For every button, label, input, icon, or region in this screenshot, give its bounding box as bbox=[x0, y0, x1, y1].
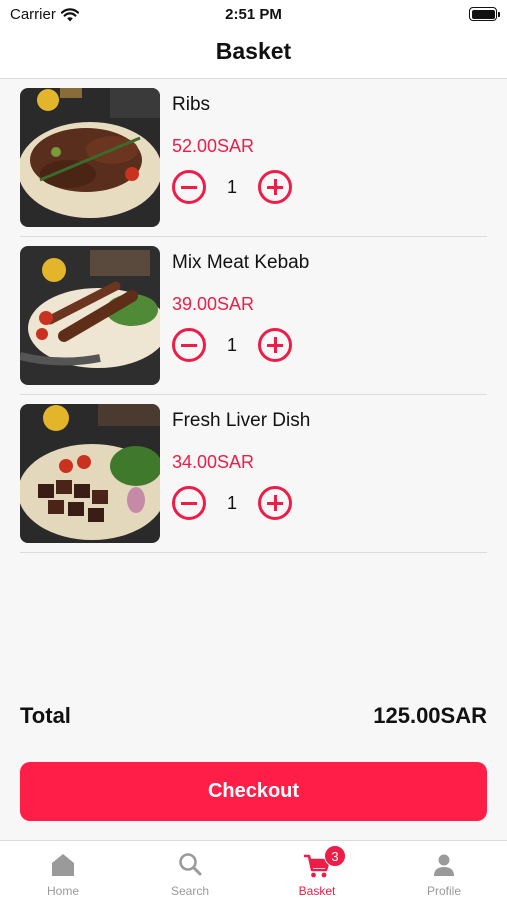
tab-basket[interactable]: 3 Basket bbox=[254, 841, 380, 900]
liver-photo bbox=[20, 404, 160, 543]
item-price: 34.00SAR bbox=[172, 452, 255, 472]
tab-label: Home bbox=[46, 884, 79, 898]
quantity-value: 1 bbox=[226, 335, 237, 355]
tab-label: Search bbox=[170, 884, 210, 898]
total-row: Total 125.00SAR bbox=[20, 703, 487, 735]
total-label: Total bbox=[20, 703, 71, 728]
decrease-quantity-button[interactable] bbox=[172, 170, 206, 204]
item-name: Mix Meat Kebab bbox=[172, 252, 310, 273]
tab-search[interactable]: Search bbox=[127, 841, 253, 900]
increase-quantity-button[interactable] bbox=[258, 328, 292, 362]
basket-item-ribs: Ribs 52.00SAR 1 bbox=[20, 79, 487, 237]
tab-label: Basket bbox=[298, 884, 336, 898]
ribs-photo bbox=[20, 88, 160, 227]
basket-item-liver: Fresh Liver Dish 34.00SAR 1 bbox=[20, 395, 487, 553]
tab-label: Profile bbox=[426, 884, 461, 898]
battery-icon bbox=[469, 7, 500, 21]
item-name: Fresh Liver Dish bbox=[172, 410, 311, 431]
increase-quantity-button[interactable] bbox=[258, 170, 292, 204]
cart-count-badge: 3 bbox=[324, 845, 346, 867]
tab-home[interactable]: Home bbox=[0, 841, 126, 900]
status-time: 2:51 PM bbox=[225, 6, 282, 23]
item-price: 52.00SAR bbox=[172, 136, 255, 156]
kebab-photo bbox=[20, 246, 160, 385]
decrease-quantity-button[interactable] bbox=[172, 328, 206, 362]
home-icon bbox=[52, 854, 74, 876]
search-icon bbox=[179, 853, 202, 876]
tab-bar: Home Search 3 Basket Profile bbox=[0, 840, 507, 900]
tab-profile[interactable]: Profile bbox=[381, 841, 507, 900]
quantity-value: 1 bbox=[226, 493, 237, 513]
increase-quantity-button[interactable] bbox=[258, 486, 292, 520]
checkout-button[interactable]: Checkout bbox=[20, 762, 487, 821]
total-value: 125.00SAR bbox=[373, 703, 487, 728]
quantity-value: 1 bbox=[226, 177, 237, 197]
item-price: 39.00SAR bbox=[172, 294, 255, 314]
decrease-quantity-button[interactable] bbox=[172, 486, 206, 520]
user-icon bbox=[434, 854, 454, 876]
basket-item-kebab: Mix Meat Kebab 39.00SAR 1 bbox=[20, 237, 487, 395]
nav-header: Basket bbox=[0, 28, 507, 79]
item-name: Ribs bbox=[172, 94, 211, 115]
page-title: Basket bbox=[215, 38, 292, 64]
status-bar: Carrier 2:51 PM bbox=[0, 0, 507, 28]
